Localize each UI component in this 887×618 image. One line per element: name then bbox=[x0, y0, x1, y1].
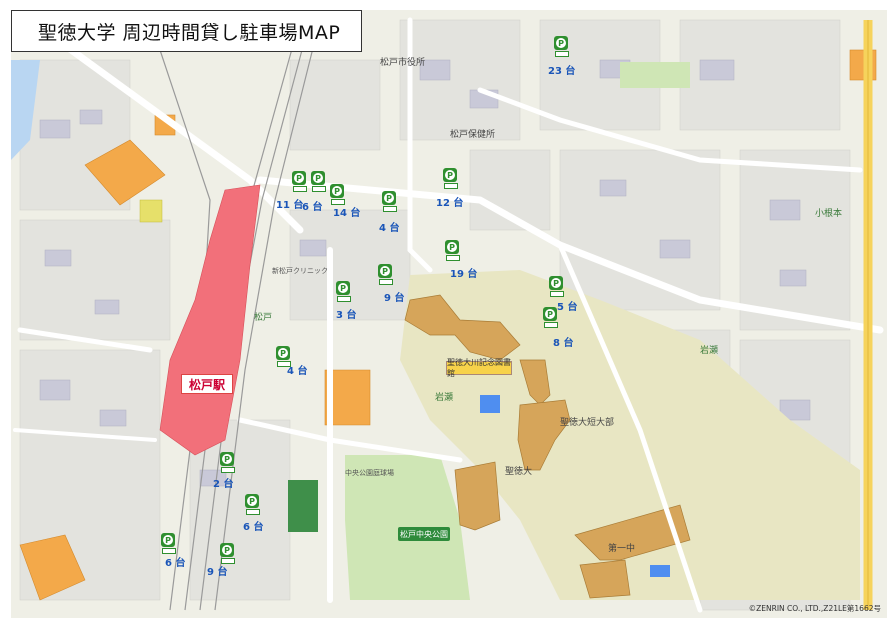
parking-icon-23[interactable]: P bbox=[554, 36, 569, 58]
parking-icon-6c[interactable]: P bbox=[161, 533, 176, 555]
parking-count-4a: 4 台 bbox=[379, 223, 400, 234]
parking-count-5: 5 台 bbox=[557, 302, 578, 313]
parking-count-19: 19 台 bbox=[450, 269, 478, 280]
parking-icon-3[interactable]: P bbox=[336, 281, 351, 303]
area-koneki-label: 小根本 bbox=[815, 209, 843, 219]
map-title: 聖徳大学 周辺時間貸し駐車場MAP bbox=[11, 10, 362, 52]
parking-icon-9b[interactable]: P bbox=[220, 543, 235, 565]
parking-icon-19[interactable]: P bbox=[445, 240, 460, 262]
parking-icon-14[interactable]: P bbox=[330, 184, 345, 206]
parking-icon-4a[interactable]: P bbox=[382, 191, 397, 213]
parking-icon-12[interactable]: P bbox=[443, 168, 458, 190]
parking-count-11: 11 台 bbox=[276, 200, 304, 211]
park-label: 松戸中央公園 bbox=[398, 527, 450, 541]
city-hall-label: 松戸市役所 bbox=[380, 58, 426, 68]
health-center-label: 松戸保健所 bbox=[450, 130, 496, 140]
school-label: 第一中 bbox=[608, 544, 636, 554]
parking-count-9a: 9 台 bbox=[384, 293, 405, 304]
univ-label: 聖徳大 bbox=[505, 467, 533, 477]
clinic-label: 新松戸クリニック bbox=[272, 267, 328, 275]
parking-icon-9a[interactable]: P bbox=[378, 264, 393, 286]
parking-count-3: 3 台 bbox=[336, 310, 357, 321]
parking-icon-2[interactable]: P bbox=[220, 452, 235, 474]
parking-count-12: 12 台 bbox=[436, 198, 464, 209]
copyright-notice: ©ZENRIN CO., LTD.,Z21LE第1662号 bbox=[748, 604, 881, 613]
parking-count-4b: 4 台 bbox=[287, 366, 308, 377]
parking-count-6c: 6 台 bbox=[165, 558, 186, 569]
parking-count-2: 2 台 bbox=[213, 479, 234, 490]
parking-count-8: 8 台 bbox=[553, 338, 574, 349]
parking-count-6a: 6 台 bbox=[302, 202, 323, 213]
parking-icon-6a[interactable]: P bbox=[311, 171, 326, 193]
parking-icon-11[interactable]: P bbox=[292, 171, 307, 193]
univ-junior-label: 聖徳大短大部 bbox=[560, 418, 615, 428]
parking-icon-6b[interactable]: P bbox=[245, 494, 260, 516]
parking-icon-5[interactable]: P bbox=[549, 276, 564, 298]
parking-count-9b: 9 台 bbox=[207, 567, 228, 578]
parking-count-23: 23 台 bbox=[548, 66, 576, 77]
park-field-label: 中央公園庭球場 bbox=[345, 469, 394, 477]
parking-icon-8[interactable]: P bbox=[543, 307, 558, 329]
map-canvas[interactable] bbox=[0, 0, 887, 618]
area-iwase-label: 岩瀬 bbox=[435, 393, 454, 403]
station-label: 松戸駅 bbox=[181, 374, 233, 394]
area-matsudo-label: 松戸 bbox=[254, 313, 273, 323]
library-label: 聖徳大川記念図書館 bbox=[446, 358, 512, 378]
parking-count-14: 14 台 bbox=[333, 208, 361, 219]
area-iwase-east-label: 岩瀬 bbox=[700, 346, 719, 356]
parking-count-6b: 6 台 bbox=[243, 522, 264, 533]
